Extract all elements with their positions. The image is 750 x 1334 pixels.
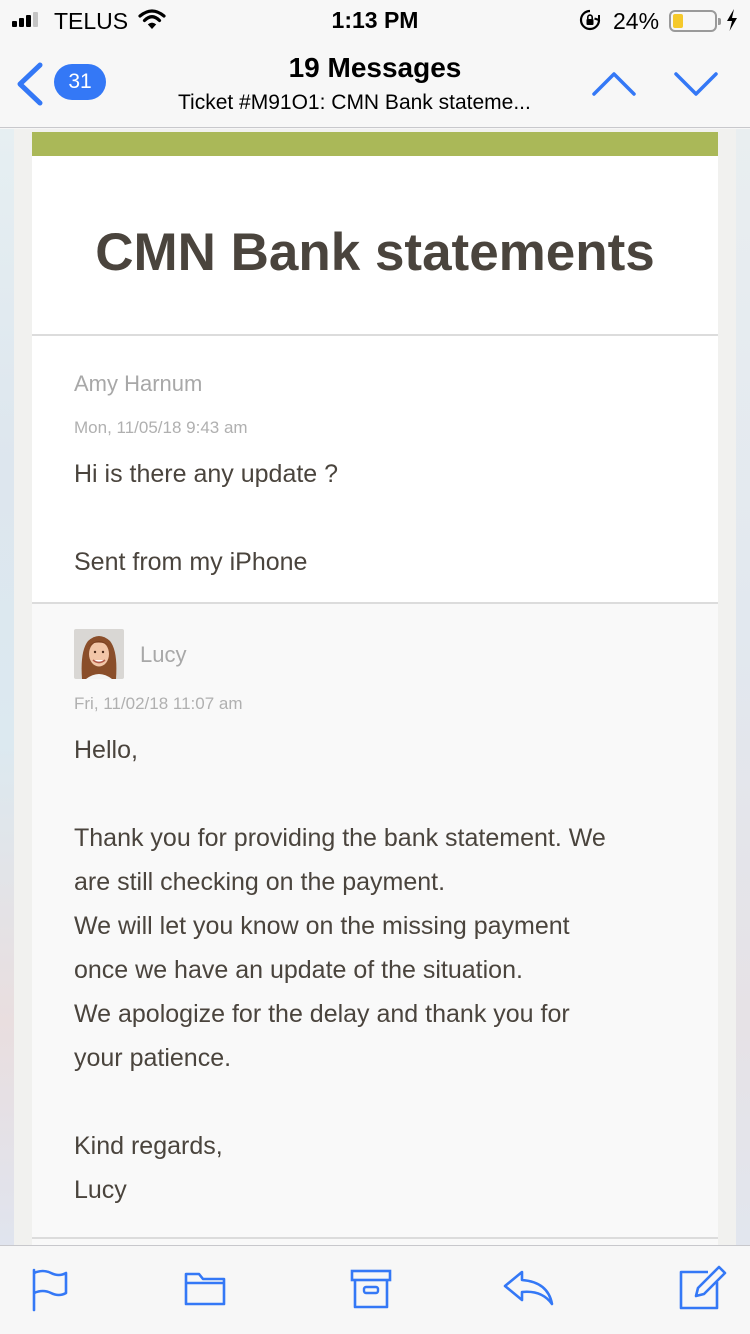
ticket-card: CMN Bank statements Amy Harnum Mon, 11/0…	[32, 132, 718, 1245]
sender-name: Amy Harnum	[74, 371, 203, 396]
message-item: Lucy Fri, 11/02/18 11:07 am Hello, Thank…	[32, 604, 718, 1245]
sender-name: Lucy	[140, 642, 187, 667]
avatar	[74, 629, 124, 679]
message-item: Amy Harnum Mon, 11/05/18 9:43 am Hi is t…	[32, 336, 718, 602]
message-thread[interactable]: CMN Bank statements Amy Harnum Mon, 11/0…	[0, 129, 750, 1245]
message-date: Fri, 11/02/18 11:07 am	[74, 694, 243, 713]
nav-subtitle: Ticket #M91O1: CMN Bank stateme...	[178, 91, 531, 114]
message-body: Hello, Thank you for providing the bank …	[74, 736, 606, 1204]
chevron-up-icon[interactable]	[590, 70, 638, 98]
folder-icon[interactable]	[183, 1268, 227, 1308]
rotation-lock-icon	[579, 9, 601, 31]
charging-bolt-icon	[727, 9, 737, 31]
message-body: Hi is there any update ? Sent from my iP…	[74, 460, 339, 576]
accent-bar	[32, 132, 718, 156]
battery-percent: 24%	[613, 8, 660, 34]
navigation-bar: 31 19 Messages Ticket #M91O1: CMN Bank s…	[0, 40, 750, 128]
chevron-down-icon[interactable]	[672, 70, 720, 98]
flag-icon[interactable]	[30, 1268, 70, 1312]
ticket-subject: CMN Bank statements	[95, 223, 655, 282]
reply-icon[interactable]	[502, 1268, 556, 1308]
message-date: Mon, 11/05/18 9:43 am	[74, 418, 248, 437]
battery-icon	[669, 10, 721, 32]
bottom-toolbar	[0, 1245, 750, 1334]
status-bar: TELUS 1:13 PM 24%	[0, 0, 750, 40]
compose-icon[interactable]	[678, 1264, 728, 1312]
archive-icon[interactable]	[349, 1268, 393, 1310]
